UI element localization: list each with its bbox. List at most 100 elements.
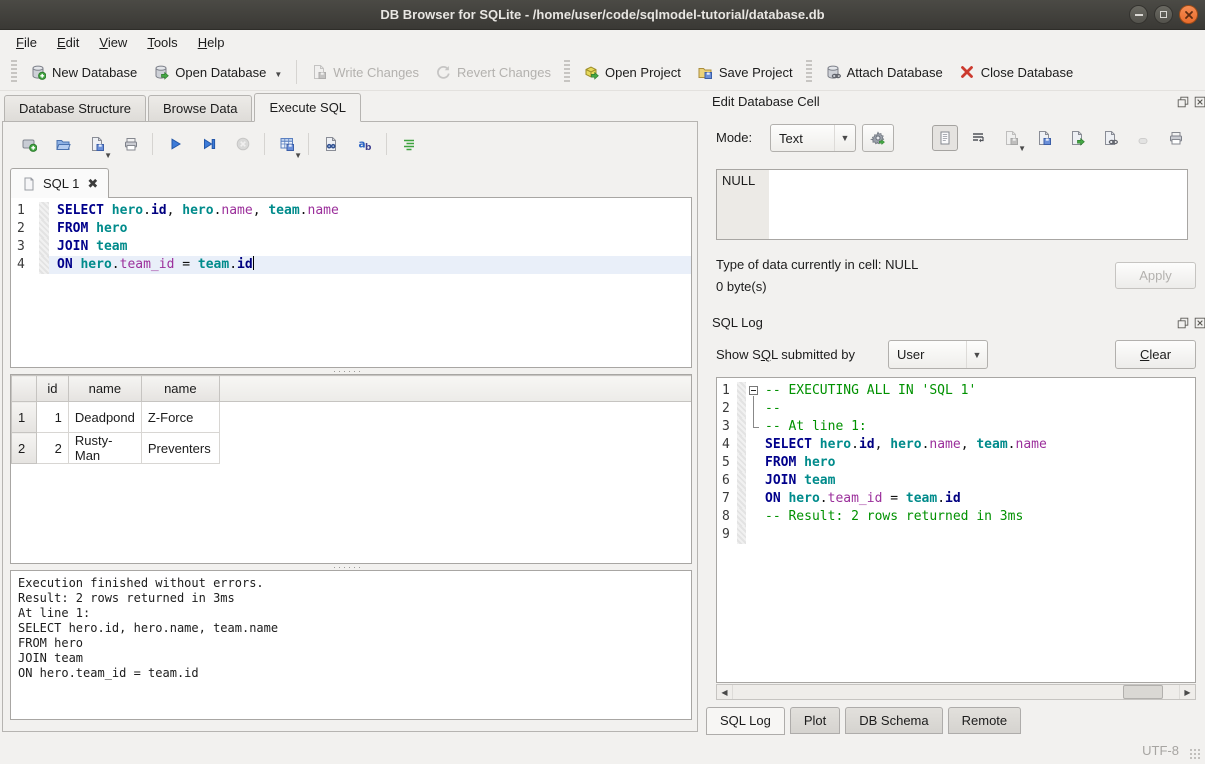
- format-sql-button[interactable]: [396, 132, 421, 157]
- dock-tab-db-schema[interactable]: DB Schema: [845, 707, 942, 734]
- new-database-icon: [30, 64, 46, 80]
- write-changes-button[interactable]: Write Changes: [303, 59, 427, 85]
- text-view-button[interactable]: [932, 125, 958, 151]
- table-cell[interactable]: 2: [36, 433, 68, 464]
- toolbar-handle[interactable]: [806, 60, 812, 84]
- titlebar: DB Browser for SQLite - /home/user/code/…: [0, 0, 1205, 30]
- menu-view[interactable]: View: [89, 32, 137, 53]
- line-number: 3: [11, 238, 39, 256]
- row-header[interactable]: 2: [12, 433, 37, 464]
- toolbar-handle[interactable]: [11, 60, 17, 84]
- close-tab-icon[interactable]: ✖: [87, 176, 98, 192]
- execution-messages[interactable]: Execution finished without errors. Resul…: [10, 570, 692, 720]
- column-header[interactable]: name: [141, 376, 219, 402]
- row-header[interactable]: 1: [12, 402, 37, 433]
- export-cell-button[interactable]: [1064, 125, 1090, 151]
- dock-tab-sql-log[interactable]: SQL Log: [706, 707, 785, 735]
- save-cell-button[interactable]: ▼: [998, 125, 1024, 151]
- code-line[interactable]: 1-- EXECUTING ALL IN 'SQL 1': [717, 382, 1195, 400]
- minimize-icon[interactable]: [1129, 5, 1148, 24]
- resize-grip[interactable]: [1189, 748, 1202, 761]
- menu-help[interactable]: Help: [188, 32, 235, 53]
- table-cell[interactable]: 1: [36, 402, 68, 433]
- attach-database-button[interactable]: Attach Database: [817, 59, 951, 85]
- execute-line-button[interactable]: [196, 132, 221, 157]
- code-line[interactable]: 1SELECT hero.id, hero.name, team.name: [11, 202, 691, 220]
- open-sql-file-button[interactable]: [50, 132, 75, 157]
- cell-value-editor[interactable]: NULL: [716, 169, 1188, 240]
- copy-link-button[interactable]: [1097, 125, 1123, 151]
- table-cell[interactable]: Deadpond: [68, 402, 141, 433]
- open-project-button[interactable]: Open Project: [575, 59, 689, 85]
- close-database-button[interactable]: Close Database: [951, 59, 1082, 85]
- menu-file[interactable]: File: [6, 32, 47, 53]
- code-line[interactable]: 3-- At line 1:: [717, 418, 1195, 436]
- maximize-icon[interactable]: [1154, 5, 1173, 24]
- close-dock-icon[interactable]: [1193, 316, 1205, 330]
- remove-cell-button[interactable]: [1130, 125, 1156, 151]
- apply-button[interactable]: Apply: [1115, 262, 1196, 289]
- tab-database-structure[interactable]: Database Structure: [4, 95, 146, 122]
- save-project-button[interactable]: Save Project: [689, 59, 801, 85]
- code-line[interactable]: 2FROM hero: [11, 220, 691, 238]
- clear-log-button[interactable]: Clear: [1115, 340, 1196, 369]
- revert-changes-button[interactable]: Revert Changes: [427, 59, 559, 85]
- scrollbar-track[interactable]: [733, 685, 1179, 699]
- dropdown-arrow-icon[interactable]: ▼: [274, 70, 282, 79]
- scroll-left-icon[interactable]: ◀: [717, 685, 733, 699]
- float-dock-icon[interactable]: [1176, 95, 1190, 109]
- code-line[interactable]: 6JOIN team: [717, 472, 1195, 490]
- print-button[interactable]: [118, 132, 143, 157]
- dock-tab-remote[interactable]: Remote: [948, 707, 1022, 734]
- menu-edit[interactable]: Edit: [47, 32, 89, 53]
- dock-tab-plot[interactable]: Plot: [790, 707, 840, 734]
- import-cell-button[interactable]: [1031, 125, 1057, 151]
- mode-select[interactable]: Text ▼: [770, 124, 856, 152]
- close-dock-icon[interactable]: [1193, 95, 1205, 109]
- table-cell[interactable]: Rusty-Man: [68, 433, 141, 464]
- new-tab-button[interactable]: [16, 132, 41, 157]
- log-filter-select[interactable]: User ▼: [888, 340, 988, 369]
- new-database-button[interactable]: New Database: [22, 59, 145, 85]
- find-button[interactable]: [318, 132, 343, 157]
- code-line[interactable]: 7ON hero.team_id = team.id: [717, 490, 1195, 508]
- tab-execute-sql[interactable]: Execute SQL: [254, 93, 361, 122]
- fold-marker[interactable]: [746, 382, 762, 400]
- menu-tools[interactable]: Tools: [137, 32, 187, 53]
- sql-log-view[interactable]: 1-- EXECUTING ALL IN 'SQL 1'2--3-- At li…: [716, 377, 1196, 683]
- code-line[interactable]: 4SELECT hero.id, hero.name, team.name: [717, 436, 1195, 454]
- apply-mode-button[interactable]: [862, 124, 894, 152]
- dropdown-arrow-icon[interactable]: ▼: [1018, 144, 1026, 153]
- float-dock-icon[interactable]: [1176, 316, 1190, 330]
- close-icon[interactable]: [1179, 5, 1198, 24]
- stop-button[interactable]: [230, 132, 255, 157]
- save-sql-file-button[interactable]: ▼: [84, 132, 109, 157]
- scroll-right-icon[interactable]: ▶: [1179, 685, 1195, 699]
- open-database-button[interactable]: Open Database▼: [145, 59, 290, 85]
- word-wrap-button[interactable]: [965, 125, 991, 151]
- line-number: 4: [11, 256, 39, 274]
- dropdown-arrow-icon[interactable]: ▼: [104, 151, 112, 160]
- code-line[interactable]: 3JOIN team: [11, 238, 691, 256]
- code-line[interactable]: 9: [717, 526, 1195, 544]
- sql-document-tab[interactable]: SQL 1 ✖: [10, 168, 109, 198]
- horizontal-scrollbar[interactable]: ◀ ▶: [716, 684, 1196, 700]
- code-line[interactable]: 2--: [717, 400, 1195, 418]
- code-line[interactable]: 4ON hero.team_id = team.id: [11, 256, 691, 274]
- table-cell[interactable]: Preventers: [141, 433, 219, 464]
- sql-editor[interactable]: 1SELECT hero.id, hero.name, team.name2FR…: [10, 197, 692, 368]
- auto-complete-button[interactable]: ab: [352, 132, 377, 157]
- tab-browse-data[interactable]: Browse Data: [148, 95, 252, 122]
- column-header[interactable]: name: [68, 376, 141, 402]
- column-header[interactable]: id: [36, 376, 68, 402]
- print-cell-button[interactable]: [1163, 125, 1189, 151]
- table-cell[interactable]: Z-Force: [141, 402, 219, 433]
- corner-header[interactable]: [12, 376, 37, 402]
- dropdown-arrow-icon[interactable]: ▼: [294, 151, 302, 160]
- code-line[interactable]: 8-- Result: 2 rows returned in 3ms: [717, 508, 1195, 526]
- execute-all-button[interactable]: [162, 132, 187, 157]
- code-line[interactable]: 5FROM hero: [717, 454, 1195, 472]
- save-results-button[interactable]: ▼: [274, 132, 299, 157]
- toolbar-handle[interactable]: [564, 60, 570, 84]
- scrollbar-thumb[interactable]: [1123, 685, 1163, 699]
